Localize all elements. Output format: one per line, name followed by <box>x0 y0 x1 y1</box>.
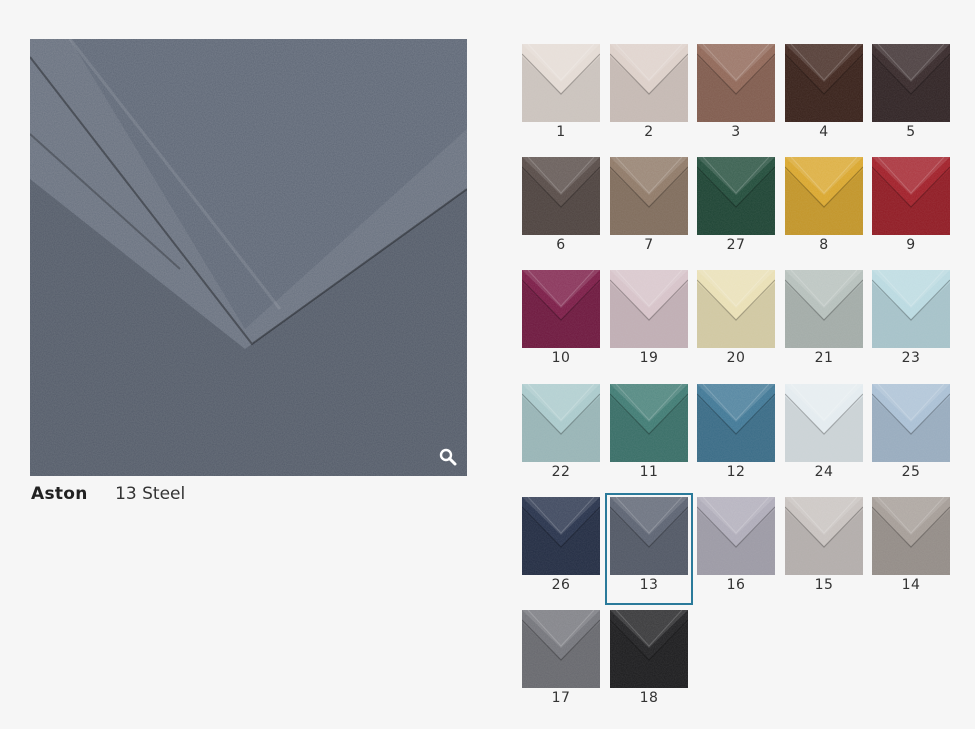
swatch-26[interactable] <box>522 497 600 575</box>
swatch-fabric-texture <box>610 384 688 462</box>
swatch-fabric-texture <box>697 270 775 348</box>
product-caption: Aston 13 Steel <box>31 484 185 504</box>
swatch-label[interactable]: 25 <box>872 464 950 480</box>
swatch-fabric-texture <box>697 384 775 462</box>
swatch-label[interactable]: 11 <box>610 464 688 480</box>
swatch-fabric-texture <box>785 157 863 235</box>
swatch-label[interactable]: 8 <box>785 237 863 253</box>
swatch-fabric-texture <box>610 270 688 348</box>
swatch-20[interactable] <box>697 270 775 348</box>
swatch-label[interactable]: 18 <box>610 690 688 706</box>
swatch-25[interactable] <box>872 384 950 462</box>
swatch-fabric-texture <box>697 497 775 575</box>
swatch-27[interactable] <box>697 157 775 235</box>
swatch-fabric-texture <box>522 497 600 575</box>
swatch-18[interactable] <box>610 610 688 688</box>
swatch-6[interactable] <box>522 157 600 235</box>
swatch-9[interactable] <box>872 157 950 235</box>
swatch-8[interactable] <box>785 157 863 235</box>
swatch-fabric-texture <box>872 157 950 235</box>
swatch-label[interactable]: 19 <box>610 350 688 366</box>
swatch-label[interactable]: 20 <box>697 350 775 366</box>
swatch-fabric-texture <box>785 497 863 575</box>
swatch-fabric-texture <box>872 44 950 122</box>
zoom-button[interactable] <box>437 446 459 468</box>
swatch-12[interactable] <box>697 384 775 462</box>
swatch-fabric-texture <box>697 44 775 122</box>
main-fabric-preview[interactable] <box>30 39 467 476</box>
swatch-13[interactable] <box>610 497 688 575</box>
swatch-label[interactable]: 6 <box>522 237 600 253</box>
swatch-label[interactable]: 21 <box>785 350 863 366</box>
swatch-label[interactable]: 12 <box>697 464 775 480</box>
swatch-fabric-texture <box>522 44 600 122</box>
swatch-fabric-texture <box>522 157 600 235</box>
swatch-label[interactable]: 17 <box>522 690 600 706</box>
swatch-label[interactable]: 24 <box>785 464 863 480</box>
swatch-10[interactable] <box>522 270 600 348</box>
swatch-19[interactable] <box>610 270 688 348</box>
swatch-1[interactable] <box>522 44 600 122</box>
swatch-fabric-texture <box>785 44 863 122</box>
search-icon <box>439 448 457 466</box>
swatch-fabric-texture <box>872 270 950 348</box>
product-name: Aston <box>31 484 88 504</box>
swatch-label[interactable]: 13 <box>610 577 688 593</box>
swatch-fabric-texture <box>522 610 600 688</box>
swatch-label[interactable]: 4 <box>785 124 863 140</box>
swatch-fabric-texture <box>872 384 950 462</box>
swatch-fabric-texture <box>610 497 688 575</box>
swatch-label[interactable]: 9 <box>872 237 950 253</box>
swatch-label[interactable]: 27 <box>697 237 775 253</box>
swatch-label[interactable]: 14 <box>872 577 950 593</box>
swatch-label[interactable]: 16 <box>697 577 775 593</box>
swatch-fabric-texture <box>610 610 688 688</box>
fabric-texture <box>30 39 467 476</box>
swatch-2[interactable] <box>610 44 688 122</box>
swatch-label[interactable]: 2 <box>610 124 688 140</box>
swatch-fabric-texture <box>522 270 600 348</box>
swatch-label[interactable]: 5 <box>872 124 950 140</box>
swatch-17[interactable] <box>522 610 600 688</box>
swatch-label[interactable]: 3 <box>697 124 775 140</box>
swatch-fabric-texture <box>610 157 688 235</box>
swatch-label[interactable]: 26 <box>522 577 600 593</box>
swatch-3[interactable] <box>697 44 775 122</box>
selected-variant-label: 13 Steel <box>115 484 186 504</box>
swatch-fabric-texture <box>872 497 950 575</box>
swatch-fabric-texture <box>522 384 600 462</box>
swatch-24[interactable] <box>785 384 863 462</box>
swatch-7[interactable] <box>610 157 688 235</box>
swatch-label[interactable]: 23 <box>872 350 950 366</box>
swatch-15[interactable] <box>785 497 863 575</box>
swatch-21[interactable] <box>785 270 863 348</box>
swatch-fabric-texture <box>785 384 863 462</box>
swatch-4[interactable] <box>785 44 863 122</box>
swatch-fabric-texture <box>610 44 688 122</box>
swatch-label[interactable]: 1 <box>522 124 600 140</box>
swatch-label[interactable]: 22 <box>522 464 600 480</box>
swatch-label[interactable]: 7 <box>610 237 688 253</box>
swatch-14[interactable] <box>872 497 950 575</box>
swatch-fabric-texture <box>785 270 863 348</box>
swatch-16[interactable] <box>697 497 775 575</box>
swatch-23[interactable] <box>872 270 950 348</box>
swatch-22[interactable] <box>522 384 600 462</box>
swatch-5[interactable] <box>872 44 950 122</box>
swatch-11[interactable] <box>610 384 688 462</box>
swatch-fabric-texture <box>697 157 775 235</box>
swatch-label[interactable]: 10 <box>522 350 600 366</box>
swatch-label[interactable]: 15 <box>785 577 863 593</box>
